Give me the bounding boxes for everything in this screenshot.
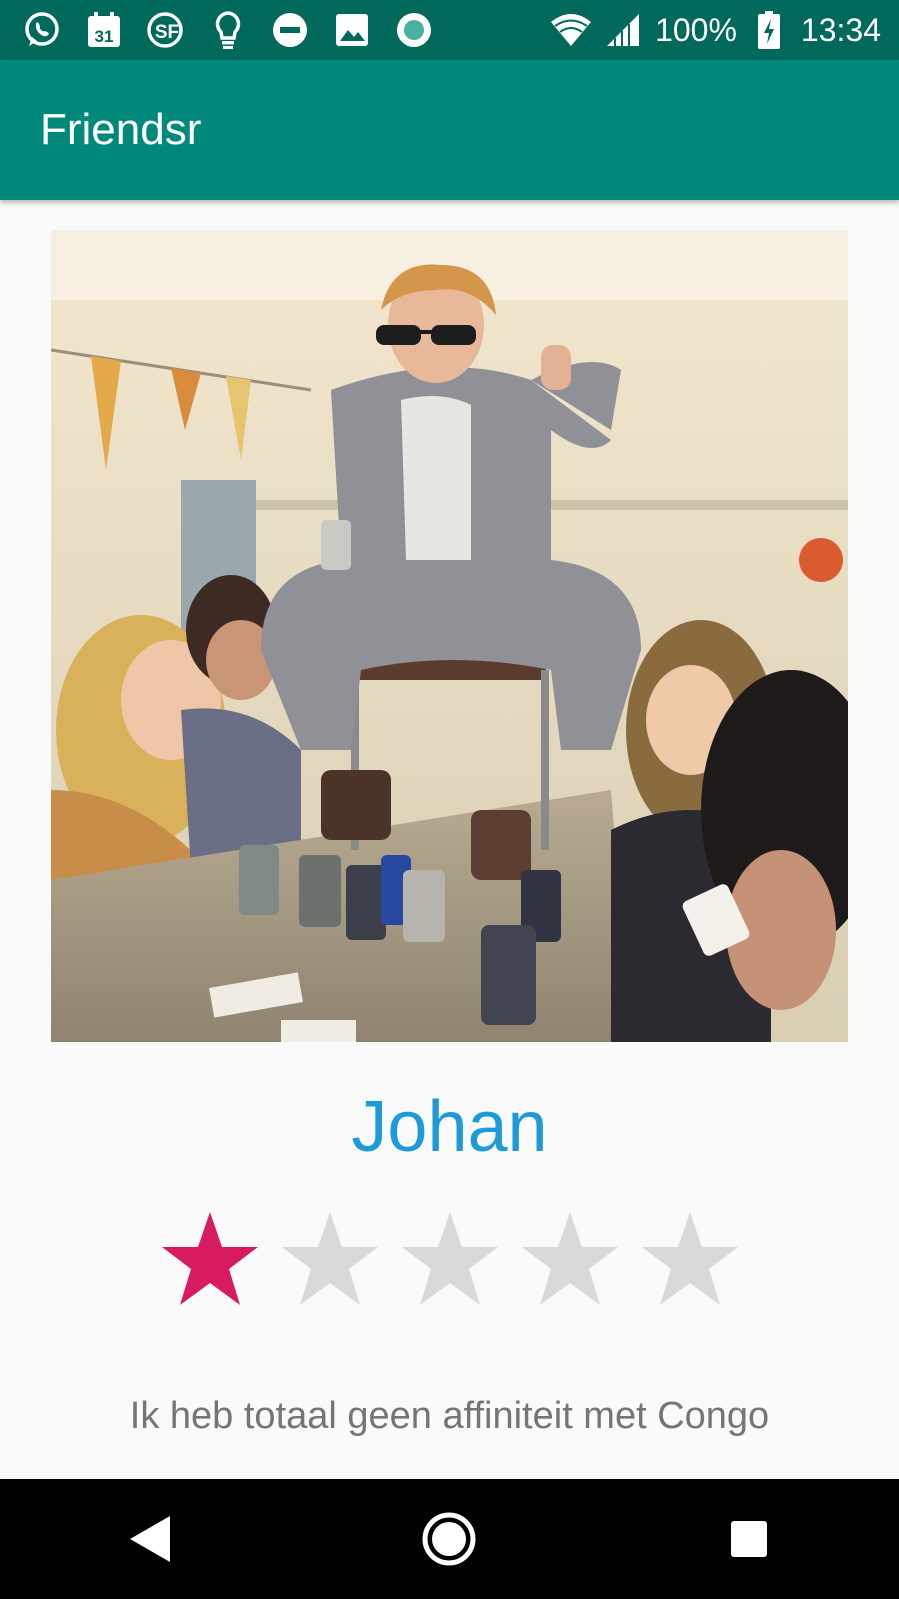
star-3-icon[interactable] [400, 1210, 500, 1310]
do-not-disturb-icon [270, 10, 310, 50]
app-bar: Friendsr [0, 60, 899, 200]
home-icon [422, 1512, 476, 1566]
back-icon [129, 1516, 170, 1562]
calendar-icon: 31 [84, 10, 124, 50]
image-icon [332, 10, 372, 50]
home-button[interactable] [409, 1499, 489, 1579]
notification-icons: 31 SF [0, 10, 434, 50]
wifi-icon [551, 10, 592, 50]
record-icon [394, 10, 434, 50]
battery-charging-icon [749, 10, 789, 50]
friend-name: Johan [351, 1087, 548, 1167]
calendar-day: 31 [95, 27, 114, 46]
star-5-icon[interactable] [640, 1210, 740, 1310]
app-title: Friendsr [40, 105, 202, 154]
clock: 13:34 [800, 11, 881, 48]
rating-bar[interactable] [0, 1210, 899, 1310]
star-1-filled-icon[interactable] [160, 1210, 260, 1310]
recents-button[interactable] [709, 1499, 789, 1579]
recents-icon [731, 1521, 768, 1557]
back-button[interactable] [110, 1499, 190, 1579]
star-4-icon[interactable] [520, 1210, 620, 1310]
star-2-icon[interactable] [280, 1210, 380, 1310]
lightbulb-icon [208, 10, 248, 50]
battery-percent: 100% [655, 11, 737, 48]
cell-signal-icon [603, 10, 643, 50]
whatsapp-icon [22, 10, 62, 50]
sf-icon: SF [146, 10, 186, 50]
friend-bio: Ik heb totaal geen affiniteit met Congo [129, 1395, 770, 1437]
navigation-bar [0, 1479, 899, 1599]
sf-label: SF [155, 22, 179, 43]
profile-photo [51, 230, 848, 1042]
status-bar: 31 SF 100% 13:34 [0, 0, 899, 60]
system-status: 100% 13:34 [551, 10, 899, 50]
